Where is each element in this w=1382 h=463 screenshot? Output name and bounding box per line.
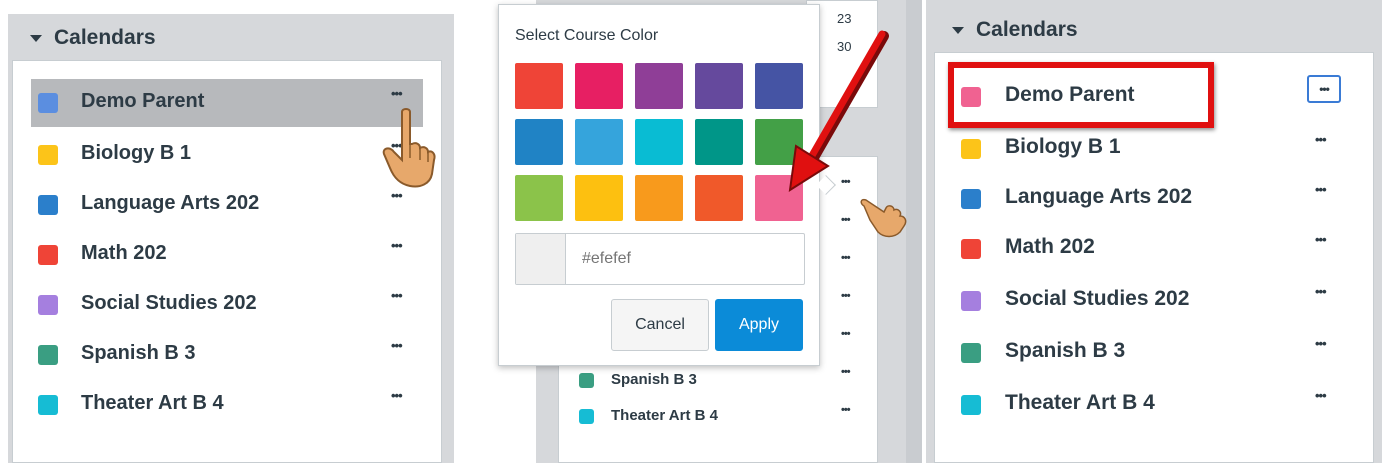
course-color-swatch[interactable] xyxy=(961,291,981,311)
apply-button[interactable]: Apply xyxy=(715,299,803,351)
color-option[interactable] xyxy=(635,119,683,165)
course-label[interactable]: Spanish B 3 xyxy=(1005,339,1125,363)
course-label[interactable]: Theater Art B 4 xyxy=(1005,391,1155,415)
options-menu-icon[interactable]: ••• xyxy=(391,389,403,402)
course-color-swatch[interactable] xyxy=(38,345,58,365)
course-color-swatch[interactable] xyxy=(38,195,58,215)
options-menu-icon[interactable]: ••• xyxy=(391,189,403,202)
course-color-swatch[interactable] xyxy=(579,373,594,388)
color-option[interactable] xyxy=(575,63,623,109)
color-option[interactable] xyxy=(515,63,563,109)
options-menu-icon[interactable]: ••• xyxy=(391,239,403,252)
color-option[interactable] xyxy=(695,63,743,109)
arrow-annotation-icon xyxy=(788,30,889,192)
color-option[interactable] xyxy=(575,119,623,165)
highlight-box xyxy=(948,62,1214,128)
course-color-swatch[interactable] xyxy=(961,189,981,209)
hex-color-preview xyxy=(516,234,566,284)
course-label[interactable]: Theater Art B 4 xyxy=(611,407,718,424)
options-menu-icon[interactable]: ••• xyxy=(841,367,851,378)
popover-title: Select Course Color xyxy=(515,27,659,44)
options-menu-icon[interactable]: ••• xyxy=(391,289,403,302)
color-option[interactable] xyxy=(635,175,683,221)
course-label[interactable]: Language Arts 202 xyxy=(81,192,259,215)
options-menu-icon[interactable]: ••• xyxy=(1315,389,1327,402)
course-color-swatch[interactable] xyxy=(38,145,58,165)
color-option[interactable] xyxy=(575,175,623,221)
course-color-swatch[interactable] xyxy=(961,239,981,259)
calendar-panel-before: Calendars Demo Parent ••• Biology B 1 ••• La… xyxy=(0,0,460,463)
color-picker-popover: Select Course Color Cancel Apply xyxy=(498,4,820,366)
calendars-header[interactable]: Calendars xyxy=(30,26,156,50)
options-menu-icon[interactable]: ••• xyxy=(841,291,851,302)
options-menu-icon[interactable]: ••• xyxy=(391,339,403,352)
course-label[interactable]: Spanish B 3 xyxy=(611,371,697,388)
course-label[interactable]: Demo Parent xyxy=(81,90,204,113)
options-menu-icon[interactable]: ••• xyxy=(1315,133,1327,146)
course-color-swatch[interactable] xyxy=(38,395,58,415)
calendars-header[interactable]: Calendars xyxy=(952,18,1078,42)
course-color-swatch[interactable] xyxy=(579,409,594,424)
options-menu-icon[interactable]: ••• xyxy=(841,329,851,340)
options-menu-icon[interactable]: ••• xyxy=(1315,233,1327,246)
hand-pointer-icon xyxy=(382,108,436,188)
cancel-button[interactable]: Cancel xyxy=(611,299,709,351)
hand-pointer-icon xyxy=(860,198,907,238)
course-label[interactable]: Spanish B 3 xyxy=(81,342,195,365)
course-color-swatch[interactable] xyxy=(961,343,981,363)
options-menu-icon[interactable]: ••• xyxy=(841,405,851,416)
course-label[interactable]: Language Arts 202 xyxy=(1005,185,1192,209)
color-option[interactable] xyxy=(515,175,563,221)
hex-input-group xyxy=(515,233,805,285)
calendar-panel-after: Calendars Demo Parent ••• Biology B 1 ••• La… xyxy=(926,0,1382,463)
options-menu-icon[interactable]: ••• xyxy=(1315,337,1327,350)
course-color-swatch[interactable] xyxy=(38,295,58,315)
course-label[interactable]: Social Studies 202 xyxy=(81,292,257,315)
caret-down-icon xyxy=(30,34,42,42)
color-picker-panel: 23 30 ••• ••• ••• ••• ••• ••• ••• Spanish B 3 Th… xyxy=(466,0,922,463)
options-menu-icon[interactable]: ••• xyxy=(1315,183,1327,196)
options-menu-icon[interactable]: ••• xyxy=(391,87,403,100)
color-option[interactable] xyxy=(695,119,743,165)
course-label[interactable]: Theater Art B 4 xyxy=(81,392,224,415)
course-color-swatch[interactable] xyxy=(38,93,58,113)
options-menu-icon[interactable]: ••• xyxy=(1315,285,1327,298)
course-color-swatch[interactable] xyxy=(961,139,981,159)
options-menu-icon[interactable]: ••• xyxy=(1307,75,1341,103)
calendar-list-card: Demo Parent ••• Biology B 1 ••• Language Art… xyxy=(12,60,442,463)
hex-color-input[interactable] xyxy=(568,234,804,284)
calendar-day[interactable]: 23 xyxy=(837,11,851,26)
course-label[interactable]: Social Studies 202 xyxy=(1005,287,1189,311)
calendars-header-label: Calendars xyxy=(54,26,156,49)
options-menu-icon[interactable]: ••• xyxy=(841,215,851,226)
calendars-header-label: Calendars xyxy=(976,18,1078,41)
course-color-swatch[interactable] xyxy=(38,245,58,265)
color-option[interactable] xyxy=(635,63,683,109)
course-label[interactable]: Math 202 xyxy=(1005,235,1095,259)
course-label[interactable]: Math 202 xyxy=(81,242,167,265)
color-option[interactable] xyxy=(695,175,743,221)
course-color-swatch[interactable] xyxy=(961,395,981,415)
course-label[interactable]: Biology B 1 xyxy=(1005,135,1121,159)
course-label[interactable]: Biology B 1 xyxy=(81,142,191,165)
caret-down-icon xyxy=(952,26,964,34)
options-menu-icon[interactable]: ••• xyxy=(841,253,851,264)
color-option[interactable] xyxy=(515,119,563,165)
